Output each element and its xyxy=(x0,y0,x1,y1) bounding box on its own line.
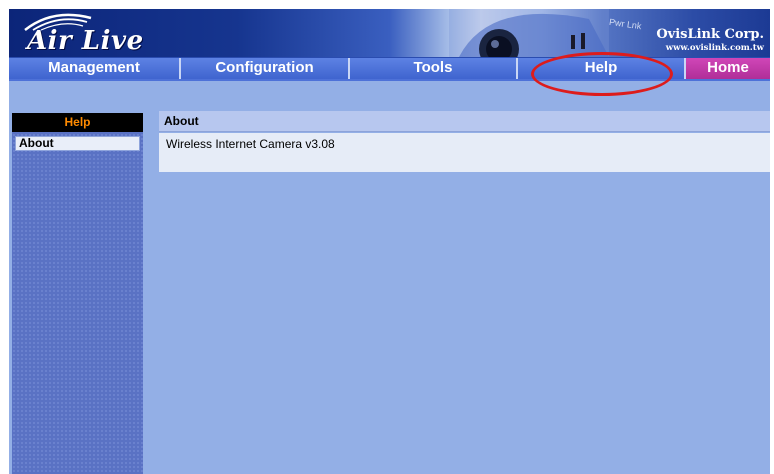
nav-home[interactable]: Home xyxy=(686,58,770,79)
banner: Air Live Pwr Lnk OvisLink Corp. www.ovis… xyxy=(9,9,770,57)
section-title: About xyxy=(159,111,770,132)
main-nav: Management Configuration Tools Help Home xyxy=(9,57,770,81)
app-frame: Air Live Pwr Lnk OvisLink Corp. www.ovis… xyxy=(9,9,770,474)
company-name: OvisLink Corp. xyxy=(656,27,764,42)
version-text: Wireless Internet Camera v3.08 xyxy=(159,133,770,172)
camera-icon xyxy=(449,9,609,57)
nav-management[interactable]: Management xyxy=(9,58,181,79)
sidebar: Help About xyxy=(12,113,143,474)
nav-help[interactable]: Help xyxy=(518,58,686,79)
nav-configuration[interactable]: Configuration xyxy=(181,58,350,79)
sidebar-item-about[interactable]: About xyxy=(15,136,140,151)
sidebar-header: Help xyxy=(12,113,143,132)
nav-tools[interactable]: Tools xyxy=(350,58,518,79)
company-url: www.ovislink.com.tw xyxy=(665,43,764,53)
about-panel: About Wireless Internet Camera v3.08 xyxy=(159,111,770,172)
pwr-lnk-label: Pwr Lnk xyxy=(608,16,643,32)
airlive-logo: Air Live xyxy=(27,26,144,56)
